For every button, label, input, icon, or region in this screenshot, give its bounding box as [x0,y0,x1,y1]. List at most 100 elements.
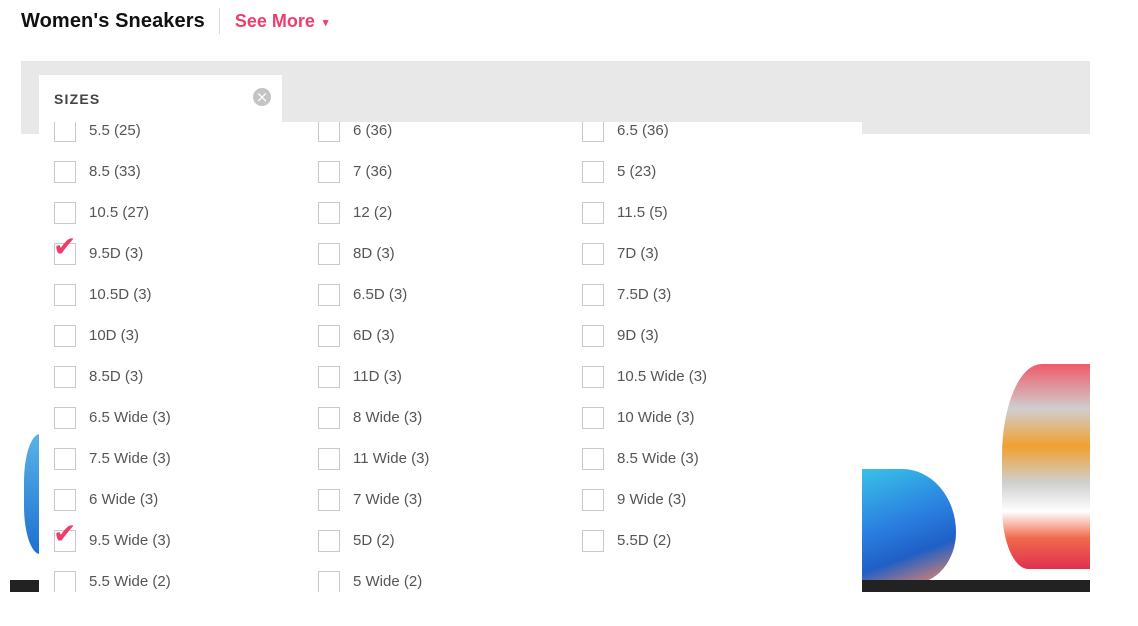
size-checkbox[interactable] [54,488,76,511]
size-checkbox[interactable] [582,242,604,265]
size-option[interactable]: 8.5D (3) [39,356,303,397]
size-checkbox[interactable] [582,488,604,511]
size-option[interactable]: 7 (36) [303,151,567,192]
size-option[interactable]: 7.5D (3) [567,274,831,315]
size-option-label: 7.5D (3) [617,286,672,303]
size-option[interactable]: 7 Wide (3) [303,479,567,520]
size-option[interactable]: 10D (3) [39,315,303,356]
size-checkbox[interactable] [318,324,340,347]
sizes-tab-label: SIZES [54,91,101,107]
size-checkbox[interactable] [318,406,340,429]
size-option[interactable]: ✔ 9.5D (3) [39,231,303,274]
size-checkbox[interactable] [318,529,340,552]
size-option-label: 7 Wide (3) [353,491,423,508]
size-checkbox[interactable] [582,529,604,552]
size-checkbox[interactable] [54,447,76,470]
size-checkbox[interactable] [54,160,76,183]
size-checkbox[interactable]: ✔ [53,518,76,552]
size-option-label: 5 Wide (2) [353,573,423,590]
size-checkbox[interactable] [54,365,76,388]
size-option-label: 6 (36) [353,122,393,139]
size-checkbox[interactable] [582,447,604,470]
size-option[interactable]: 11 Wide (3) [303,438,567,479]
size-checkbox[interactable] [582,324,604,347]
sneaker-image-coral[interactable] [1002,364,1090,569]
size-option-label: 7.5 Wide (3) [89,450,171,467]
size-option[interactable]: 6.5 Wide (3) [39,397,303,438]
size-option-label: 11 Wide (3) [353,450,430,467]
size-option[interactable]: 8D (3) [303,233,567,274]
size-option-label: 11.5 (5) [617,204,668,221]
size-option-label: 5.5 (25) [89,122,141,139]
size-option[interactable]: 9 Wide (3) [567,479,831,520]
size-checkbox[interactable] [582,122,604,142]
size-checkbox[interactable] [318,122,340,142]
size-option[interactable]: 11.5 (5) [567,192,831,233]
size-option[interactable]: 7D (3) [567,233,831,274]
size-option-label: 6.5 Wide (3) [89,409,171,426]
size-option[interactable]: 5.5D (2) [567,520,831,561]
size-option-label: 5.5 Wide (2) [89,573,171,590]
size-checkbox[interactable] [54,570,76,592]
size-option[interactable]: 7.5 Wide (3) [39,438,303,479]
close-filter-icon[interactable]: × [253,88,271,106]
size-checkbox[interactable] [318,283,340,306]
size-option[interactable]: 6 (36) [303,122,567,151]
size-option-label: 9D (3) [617,327,659,344]
size-option[interactable]: 5D (2) [303,520,567,561]
size-option[interactable]: 8 Wide (3) [303,397,567,438]
size-checkbox[interactable] [54,324,76,347]
size-option[interactable]: 6D (3) [303,315,567,356]
size-option[interactable]: 5 Wide (2) [303,561,567,592]
size-option[interactable]: 11D (3) [303,356,567,397]
size-checkbox[interactable] [318,488,340,511]
size-checkbox[interactable] [318,160,340,183]
size-option-label: 10.5 (27) [89,204,150,221]
sneaker-image-blue[interactable] [858,469,956,584]
size-option-label: 8.5D (3) [89,368,144,385]
size-option[interactable]: 12 (2) [303,192,567,233]
see-more-link[interactable]: See More ▾ [235,11,329,32]
size-option-label: 9.5 Wide (3) [89,532,171,549]
size-option[interactable]: 8.5 Wide (3) [567,438,831,479]
size-option-label: 9 Wide (3) [617,491,687,508]
size-option-label: 6 Wide (3) [89,491,159,508]
header-divider [218,8,220,34]
size-checkbox[interactable] [54,122,76,142]
size-checkbox[interactable] [582,406,604,429]
size-option[interactable]: 5.5 Wide (2) [39,561,303,592]
size-options-grid: 5.5 (25) 6 (36) 6.5 (36) 8.5 (33) 7 (36) 5 (2… [39,122,831,592]
size-checkbox[interactable] [54,283,76,306]
size-option[interactable]: 10.5D (3) [39,274,303,315]
checkmark-icon: ✔ [53,229,77,263]
size-option-label: 10.5 Wide (3) [617,368,708,385]
size-option[interactable]: 10.5 (27) [39,192,303,233]
size-option[interactable]: 6.5D (3) [303,274,567,315]
size-checkbox[interactable]: ✔ [53,231,76,265]
size-option-label: 9.5D (3) [89,245,144,262]
size-checkbox[interactable] [54,201,76,224]
size-checkbox[interactable] [54,406,76,429]
size-checkbox[interactable] [318,570,340,592]
size-checkbox[interactable] [318,365,340,388]
size-option[interactable]: 5 (23) [567,151,831,192]
size-option[interactable]: 10.5 Wide (3) [567,356,831,397]
size-option[interactable]: 6.5 (36) [567,122,831,151]
size-option-label: 8 Wide (3) [353,409,423,426]
size-checkbox[interactable] [318,242,340,265]
size-checkbox[interactable] [582,160,604,183]
size-option[interactable]: 8.5 (33) [39,151,303,192]
size-option[interactable]: ✔ 9.5 Wide (3) [39,518,303,561]
size-option[interactable]: 6 Wide (3) [39,479,303,520]
size-checkbox[interactable] [318,447,340,470]
size-option-label: 11D (3) [353,368,402,385]
size-option[interactable]: 9D (3) [567,315,831,356]
size-checkbox[interactable] [582,201,604,224]
sizes-filter-tab[interactable]: SIZES × [39,75,282,123]
size-checkbox[interactable] [318,201,340,224]
size-checkbox[interactable] [582,283,604,306]
see-more-label: See More [234,10,315,31]
size-option[interactable]: 10 Wide (3) [567,397,831,438]
size-checkbox[interactable] [582,365,604,388]
size-option[interactable]: 5.5 (25) [39,122,303,151]
